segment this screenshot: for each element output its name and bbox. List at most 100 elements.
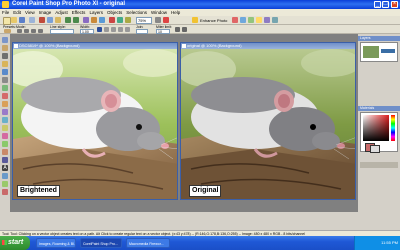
pen-tool-icon[interactable] <box>2 181 8 187</box>
menu-objects[interactable]: Objects <box>105 9 124 16</box>
clock: 11:55 PM <box>381 240 398 245</box>
dodge-tool-icon[interactable] <box>2 125 8 131</box>
menu-file[interactable]: File <box>0 9 11 16</box>
maximize-button[interactable]: □ <box>382 1 389 8</box>
close-button[interactable]: × <box>391 1 398 8</box>
brush-tool-icon[interactable] <box>2 101 8 107</box>
redo-icon[interactable] <box>73 17 79 23</box>
document-icon <box>182 44 186 48</box>
align-left-icon[interactable] <box>104 27 109 32</box>
crop-icon[interactable] <box>125 17 131 23</box>
document-window-brightened[interactable]: DSC5819* @ 100% (Background) Brightened <box>12 42 178 200</box>
sharpen-icon[interactable] <box>264 17 270 23</box>
retouch-icon[interactable] <box>117 17 123 23</box>
mode-edit-icon[interactable] <box>31 29 36 33</box>
eyedropper-tool-icon[interactable] <box>2 85 8 91</box>
taskbar-item-fireworks[interactable]: Macromedia Firewor... <box>126 238 170 248</box>
taskbar-item-images[interactable]: Images, Roaming & Bl... <box>36 238 76 248</box>
image-caption-original: Original <box>189 185 222 197</box>
menu-view[interactable]: View <box>23 9 37 16</box>
lighten-darken-icon[interactable] <box>2 133 8 139</box>
eraser-tool-icon[interactable] <box>2 149 8 155</box>
undo-icon[interactable] <box>65 17 71 23</box>
layers-panel[interactable] <box>360 42 398 62</box>
cut-icon[interactable] <box>39 17 45 23</box>
shape-tool-icon[interactable] <box>2 173 8 179</box>
zoom-field[interactable]: 75% <box>136 17 152 24</box>
zoom-tool-icon[interactable] <box>2 45 8 51</box>
flood-fill-icon[interactable] <box>2 157 8 163</box>
fit-window-icon[interactable] <box>155 17 161 23</box>
mode-knife-icon[interactable] <box>38 29 43 33</box>
apply-icon[interactable] <box>175 27 180 32</box>
new-file-icon[interactable] <box>3 17 11 25</box>
tool-options-bar: Presets: Mode: Line style: Width: 1.00 J… <box>0 25 400 34</box>
presets-dropdown[interactable] <box>4 29 11 33</box>
deform-tool-icon[interactable] <box>2 53 8 59</box>
selection-tool-icon[interactable] <box>2 77 8 83</box>
image-caption-brightened: Brightened <box>17 185 60 197</box>
save-icon[interactable] <box>19 17 25 23</box>
menu-help[interactable]: Help <box>169 9 182 16</box>
print-icon[interactable] <box>29 17 35 23</box>
background-color-swatch[interactable] <box>370 145 380 153</box>
photo-canvas[interactable]: Original <box>181 49 355 199</box>
move-tool-icon[interactable] <box>2 69 8 75</box>
camera-icon[interactable] <box>91 17 97 23</box>
paste-icon[interactable] <box>55 17 61 23</box>
color-balance-icon[interactable] <box>248 17 254 23</box>
enhance-photo-button[interactable]: Enhance Photo <box>200 18 227 23</box>
menu-layers[interactable]: Layers <box>87 9 105 16</box>
window-title: Corel Paint Shop Pro Photo XI - original <box>12 1 126 7</box>
help-icon[interactable] <box>163 17 169 23</box>
document-title: original @ 100% (Background) <box>187 43 242 48</box>
taskbar-item-paint-shop-pro[interactable]: CorelPaint Shop Pro... <box>80 238 122 248</box>
smart-fix-icon[interactable] <box>240 17 246 23</box>
one-step-fix-icon[interactable] <box>232 17 238 23</box>
materials-panel-title: Materials <box>358 106 400 111</box>
start-button[interactable]: start <box>0 236 30 250</box>
bold-icon[interactable] <box>97 27 102 32</box>
minimize-button[interactable]: _ <box>374 1 381 8</box>
menu-selections[interactable]: Selections <box>124 9 149 16</box>
color-picker[interactable] <box>363 115 389 141</box>
align-center-icon[interactable] <box>111 27 116 32</box>
red-eye-icon[interactable] <box>109 17 115 23</box>
standard-toolbar: 75% Enhance Photo <box>0 16 400 25</box>
layer-row-background[interactable] <box>381 49 395 53</box>
mode-draw-icon[interactable] <box>24 29 29 33</box>
windows-logo-icon <box>2 240 7 245</box>
menu-image[interactable]: Image <box>37 9 54 16</box>
menu-adjust[interactable]: Adjust <box>53 9 70 16</box>
align-right-icon[interactable] <box>118 27 123 32</box>
copy-icon[interactable] <box>47 17 53 23</box>
clone-tool-icon[interactable] <box>2 109 8 115</box>
photo-canvas[interactable]: Brightened <box>13 49 177 199</box>
noise-icon[interactable] <box>272 17 278 23</box>
menu-bar: File Edit View Image Adjust Effects Layers Obje… <box>0 9 400 16</box>
scratch-remover-icon[interactable] <box>2 117 8 123</box>
menu-window[interactable]: Window <box>149 9 169 16</box>
document-window-original[interactable]: original @ 100% (Background) Original <box>180 42 356 200</box>
enhance-photo-icon[interactable] <box>192 17 198 23</box>
layer-thumbnail[interactable] <box>363 46 379 58</box>
right-panels: Layers Materials <box>358 34 400 212</box>
justify-icon[interactable] <box>125 27 130 32</box>
panel-options[interactable] <box>360 162 398 168</box>
red-eye-tool-icon[interactable] <box>2 93 8 99</box>
warp-tool-icon[interactable] <box>2 189 8 195</box>
open-folder-icon[interactable] <box>11 17 17 23</box>
text-tool-icon[interactable]: A <box>2 165 8 171</box>
scanner-icon[interactable] <box>99 17 105 23</box>
pan-tool-icon[interactable] <box>2 37 8 43</box>
menu-edit[interactable]: Edit <box>11 9 23 16</box>
browse-icon[interactable] <box>83 17 89 23</box>
brightness-icon[interactable] <box>256 17 262 23</box>
crop-tool-icon[interactable] <box>2 61 8 67</box>
cancel-icon[interactable] <box>182 27 187 32</box>
mode-select-icon[interactable] <box>17 29 22 33</box>
hue-slider[interactable] <box>391 115 395 141</box>
smudge-tool-icon[interactable] <box>2 141 8 147</box>
materials-panel[interactable] <box>360 112 398 153</box>
menu-effects[interactable]: Effects <box>70 9 88 16</box>
